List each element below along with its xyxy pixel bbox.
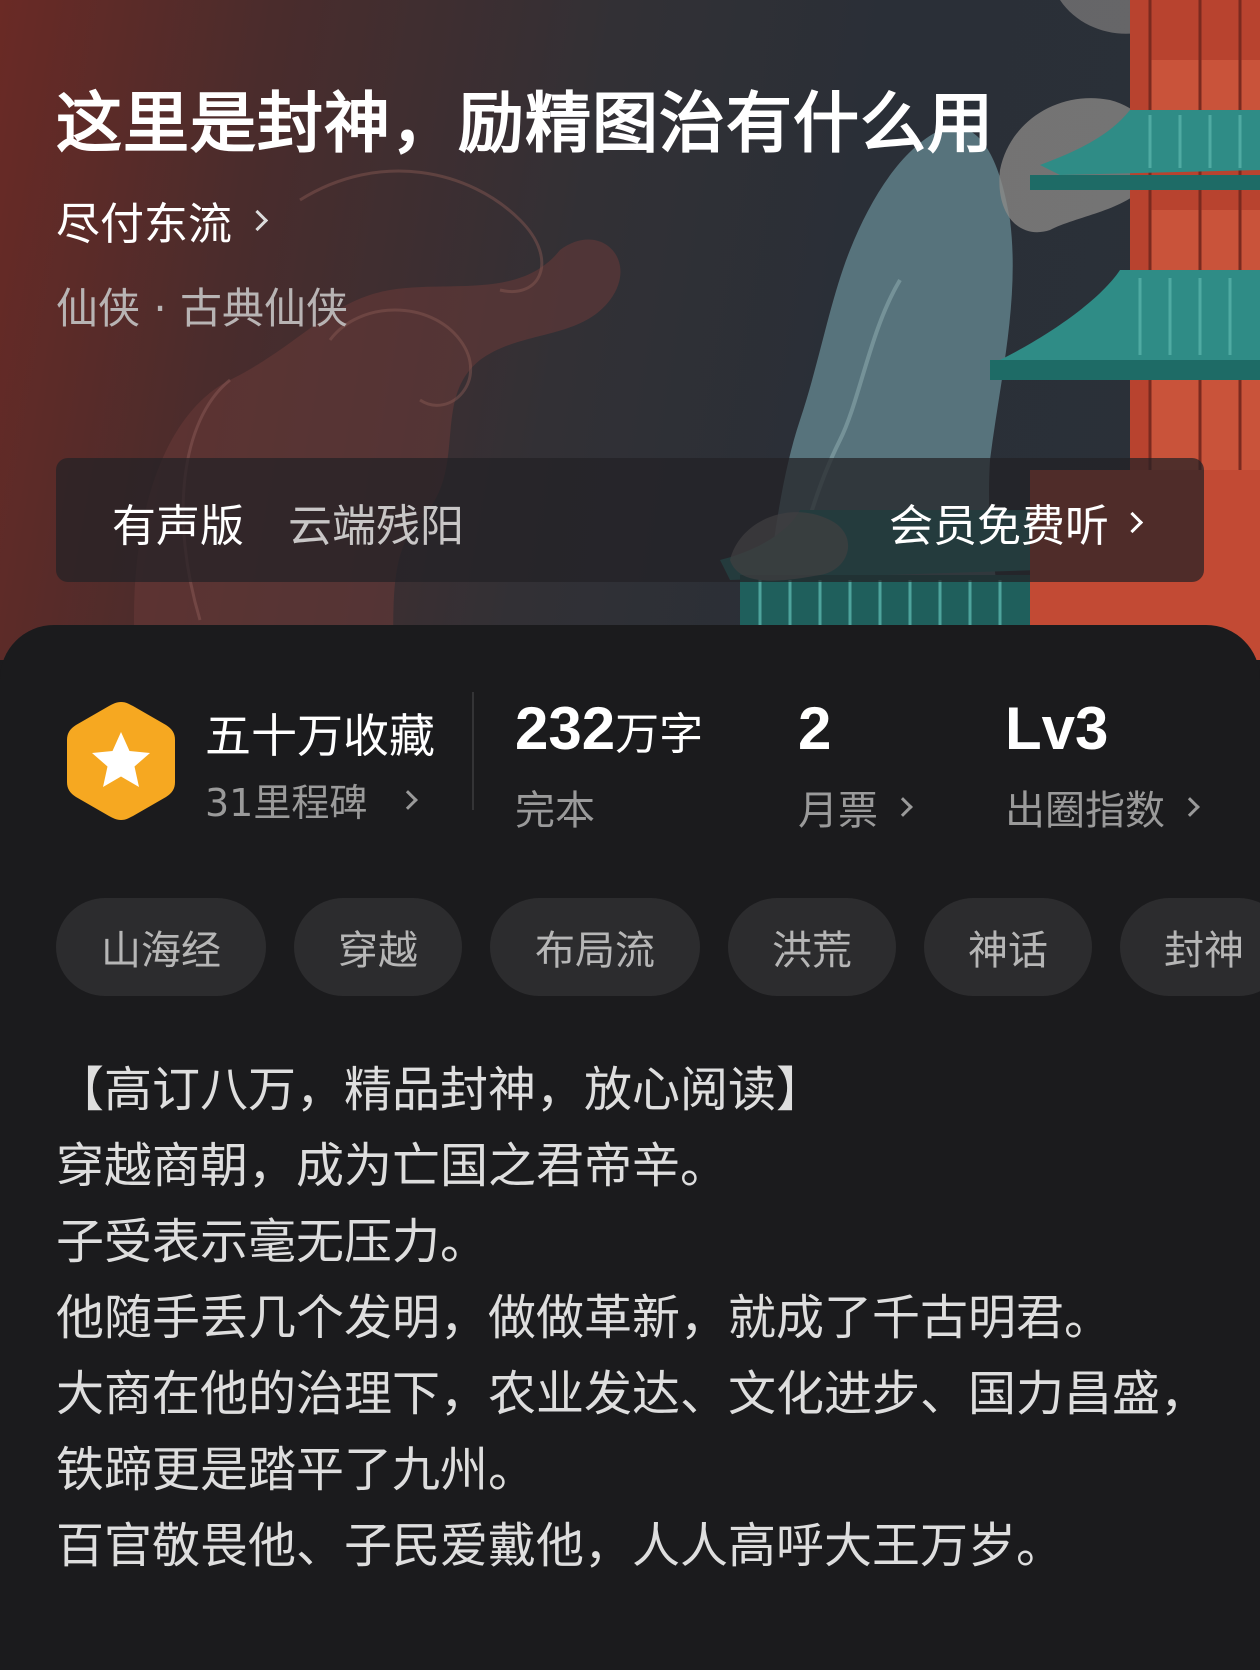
milestones-label: 31里程碑 [205,781,368,825]
chevron-right-icon [1121,511,1144,533]
chevron-right-icon [893,797,913,817]
author-name: 尽付东流 [56,199,232,250]
tag-list: 山海经 穿越 布局流 洪荒 神话 封神 [56,898,1260,998]
word-count: 232万字 [515,694,703,770]
monthly-ticket-count: 2 [798,695,832,762]
audio-version-bar[interactable]: 有声版 云端残阳 会员免费听 [56,458,1204,582]
tag-chip[interactable]: 布局流 [490,898,700,996]
popularity-index-link[interactable]: 出圈指数 [1005,778,1200,836]
chevron-right-icon [398,789,419,810]
monthly-ticket-link[interactable]: 月票 [798,778,913,836]
genre-label: 仙侠 · 古典仙侠 [56,284,349,333]
description-line: 大商在他的治理下，农业发达、文化进步、国力昌盛，铁蹄更是踏平了九州。 [56,1366,1209,1498]
popularity-index-label: 出圈指数 [1005,788,1165,834]
chevron-right-icon [1180,797,1200,817]
tag-chip[interactable]: 封神 [1120,898,1260,996]
book-title: 这里是封神，励精图治有什么用 [56,84,994,162]
chevron-right-icon [246,209,269,231]
stats-divider [472,692,474,810]
audio-version-label: 有声版 [112,501,244,552]
member-free-listen-button[interactable]: 会员免费听 [889,490,1144,554]
tag-chip[interactable]: 洪荒 [728,898,896,996]
book-description: 【高订八万，精品封神，放心阅读】 穿越商朝，成为亡国之君帝辛。 子受表示毫无压力… [56,1052,1216,1584]
description-line: 子受表示毫无压力。 [56,1214,489,1270]
description-line: 穿越商朝，成为亡国之君帝辛。 [56,1138,729,1194]
collection-count: 五十万收藏 [205,709,435,763]
tag-chip[interactable]: 穿越 [294,898,462,996]
star-icon [67,702,175,820]
description-line: 百官敬畏他、子民爱戴他，人人高呼大王万岁。 [56,1518,1065,1574]
popularity-index-level: Lv3 [1005,695,1109,762]
audio-narrator: 云端残阳 [288,501,464,552]
monthly-ticket-label: 月票 [798,788,878,834]
description-line: 【高订八万，精品封神，放心阅读】 [56,1062,825,1118]
milestones-link[interactable]: 31里程碑 [205,772,419,827]
tag-chip[interactable]: 山海经 [56,898,266,996]
description-line: 他随手丢几个发明，做做革新，就成了千古明君。 [56,1290,1113,1346]
tag-chip[interactable]: 神话 [924,898,1092,996]
word-count-value: 232 [515,695,616,762]
member-free-listen-label: 会员免费听 [889,501,1109,552]
completion-status-label: 完本 [515,788,595,834]
word-count-unit: 万字 [615,709,704,760]
book-header-banner: 这里是封神，励精图治有什么用 尽付东流 仙侠 · 古典仙侠 有声版 云端残阳 会… [0,0,1260,660]
author-link[interactable]: 尽付东流 [56,190,269,250]
completion-status: 完本 [515,778,595,836]
